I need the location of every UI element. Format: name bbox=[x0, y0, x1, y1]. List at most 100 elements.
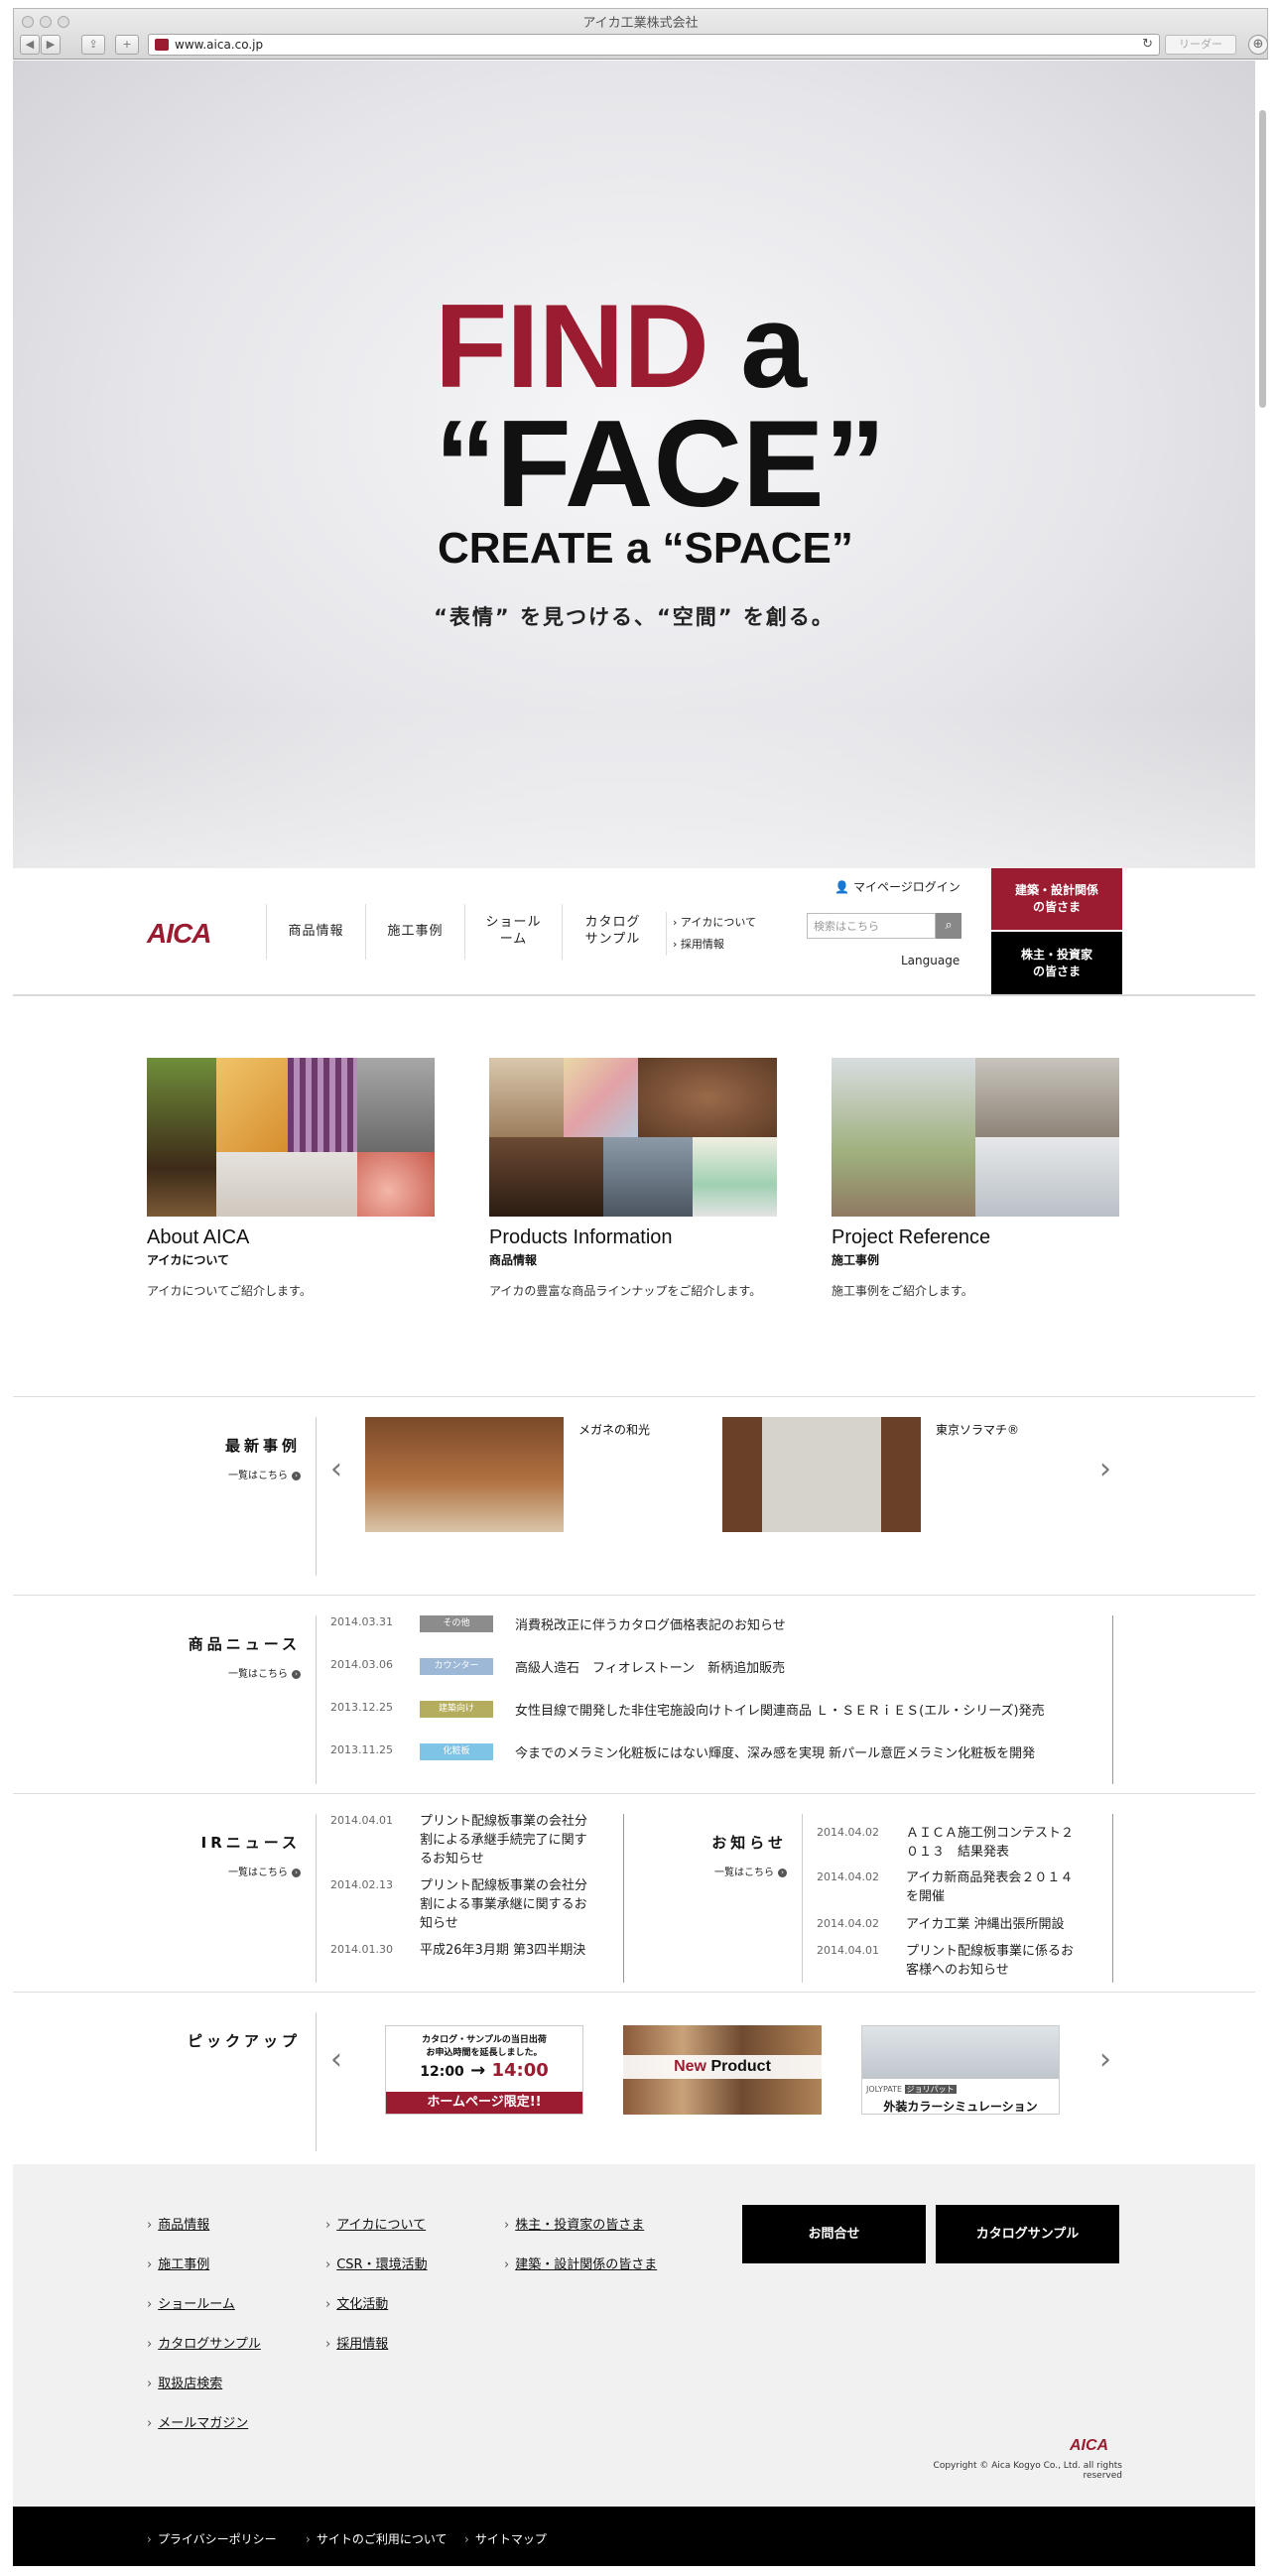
banner-new-product[interactable]: New Product bbox=[623, 2025, 822, 2115]
card-projects-desc: 施工事例をご紹介します。 bbox=[832, 1284, 973, 1298]
nav-projects[interactable]: 施工事例 bbox=[365, 904, 464, 960]
case-label-wako[interactable]: メガネの和光 bbox=[578, 1421, 650, 1438]
product-news-more-link[interactable]: 一覧はこちら › bbox=[142, 1665, 301, 1680]
footer-link-investors[interactable]: 株主・投資家の皆さま bbox=[504, 2214, 644, 2233]
nav-showroom[interactable]: ショールーム bbox=[464, 904, 562, 960]
footer-link-products[interactable]: 商品情報 bbox=[147, 2214, 209, 2233]
banner3-brand-label: JOLYPATE bbox=[866, 2085, 903, 2094]
ir-text[interactable]: 平成26年3月期 第3四半期決 bbox=[420, 1942, 598, 1961]
prev-arrow-icon[interactable]: ‹ bbox=[330, 1452, 342, 1486]
next-arrow-icon[interactable]: › bbox=[1099, 1452, 1111, 1486]
case-image-wako[interactable] bbox=[365, 1417, 564, 1532]
card-products[interactable]: Products Information 商品情報 アイカの豊富な商品ラインナッ… bbox=[489, 1058, 777, 1301]
search-input[interactable] bbox=[807, 913, 936, 939]
forward-icon[interactable]: ▶ bbox=[41, 35, 61, 55]
prev-arrow-icon[interactable]: ‹ bbox=[330, 2042, 342, 2077]
minimize-window-icon[interactable] bbox=[40, 16, 52, 28]
nav-catalog[interactable]: カタログ サンプル bbox=[562, 904, 663, 960]
notices-scrollbar[interactable] bbox=[1112, 1814, 1113, 1983]
banner3-text: 外装カラーシミュレーション bbox=[883, 2100, 1038, 2114]
news-scrollbar[interactable] bbox=[1112, 1615, 1113, 1784]
footer-link-showroom[interactable]: ショールーム bbox=[147, 2293, 235, 2312]
next-arrow-icon[interactable]: › bbox=[1099, 2042, 1111, 2077]
notice-text[interactable]: アイカ新商品発表会２０１４を開催 bbox=[906, 1869, 1085, 1907]
sub-link-recruit-label: 採用情報 bbox=[680, 938, 724, 951]
notices-more-label: 一覧はこちら bbox=[714, 1868, 774, 1878]
new-tab-icon[interactable]: + bbox=[115, 35, 139, 55]
catalog-sample-button[interactable]: カタログサンプル bbox=[936, 2205, 1119, 2263]
ir-text[interactable]: プリント配線板事業の会社分割による承継手続完了に関するお知らせ bbox=[420, 1814, 598, 1869]
contact-button[interactable]: お問合せ bbox=[742, 2205, 926, 2263]
news-text[interactable]: 消費税改正に伴うカタログ価格表記のお知らせ bbox=[515, 1614, 786, 1633]
divider bbox=[316, 1814, 317, 1983]
footer-link-mail-magazine[interactable]: メールマガジン bbox=[147, 2412, 248, 2431]
close-window-icon[interactable] bbox=[22, 16, 34, 28]
notices-more-link[interactable]: 一覧はこちら › bbox=[638, 1864, 787, 1878]
news-text[interactable]: 高級人造石 フィオレストーン 新柄追加販売 bbox=[515, 1657, 785, 1676]
aica-logo[interactable]: AICA bbox=[147, 918, 211, 950]
footer-link-dealer-search[interactable]: 取扱店検索 bbox=[147, 2373, 222, 2391]
news-text[interactable]: 女性目線で開発した非住宅施設向けトイレ関連商品 Ｌ・ＳＥＲｉＥＳ(エル・シリーズ… bbox=[515, 1700, 1045, 1719]
mypage-login[interactable]: 👤 マイページログイン bbox=[834, 878, 961, 895]
hero-tagline: “表情” を見つける、“空間” を創る。 bbox=[434, 605, 834, 629]
site-footer: 商品情報 施工事例 ショールーム カタログサンプル 取扱店検索 メールマガジン … bbox=[13, 2164, 1255, 2507]
zoom-window-icon[interactable] bbox=[58, 16, 69, 28]
banner2-new-word: New bbox=[674, 2058, 706, 2075]
footer-link-catalog[interactable]: カタログサンプル bbox=[147, 2333, 261, 2352]
downloads-icon[interactable]: ⊕ bbox=[1248, 35, 1268, 55]
language-selector[interactable]: Language bbox=[901, 954, 960, 967]
card-about-title: About AICA bbox=[147, 1226, 250, 1248]
latest-cases-more-link[interactable]: 一覧はこちら › bbox=[142, 1467, 301, 1481]
news-row[interactable]: 2013.11.25 化粧板 今までのメラミン化粧板にはない輝度、深み感を実現 … bbox=[330, 1743, 1104, 1783]
main-nav: 商品情報 施工事例 ショールーム カタログ サンプル bbox=[266, 904, 663, 960]
card-products-title: Products Information bbox=[489, 1226, 673, 1248]
scroll-thumb[interactable] bbox=[1259, 110, 1266, 408]
footer-logo[interactable]: AICA bbox=[1070, 2437, 1108, 2455]
architects-button[interactable]: 建築・設計関係 の皆さま bbox=[991, 868, 1122, 930]
notice-text[interactable]: アイカ工業 沖縄出張所開設 bbox=[906, 1916, 1085, 1935]
investors-button[interactable]: 株主・投資家 の皆さま bbox=[991, 932, 1122, 994]
banner1-to-time: 14:00 bbox=[491, 2060, 549, 2081]
ir-scrollbar[interactable] bbox=[623, 1814, 624, 1983]
nav-products[interactable]: 商品情報 bbox=[266, 904, 365, 960]
footer-link-projects[interactable]: 施工事例 bbox=[147, 2254, 209, 2272]
banner-jolypate-simulation[interactable]: JOLYPATE ジョリパット 外装カラーシミュレーション bbox=[861, 2025, 1060, 2115]
news-row[interactable]: 2014.03.06 カウンター 高級人造石 フィオレストーン 新柄追加販売 bbox=[330, 1658, 1104, 1698]
news-text[interactable]: 今までのメラミン化粧板にはない輝度、深み感を実現 新パール意匠メラミン化粧板を開… bbox=[515, 1742, 1035, 1761]
back-icon[interactable]: ◀ bbox=[20, 35, 40, 55]
notice-text[interactable]: ＡＩＣＡ施工例コンテスト２０１３ 結果発表 bbox=[906, 1826, 1085, 1863]
sub-link-recruit[interactable]: › 採用情報 bbox=[673, 934, 756, 956]
sub-links: › アイカについて › 採用情報 bbox=[666, 912, 756, 956]
banner-catalog-extension[interactable]: カタログ・サンプルの当日出荷 お申込時間を延長しました。 12:00 → 14:… bbox=[385, 2025, 583, 2115]
case-label-solamachi[interactable]: 東京ソラマチ® bbox=[936, 1421, 1019, 1438]
reload-icon[interactable]: ↻ bbox=[1142, 37, 1153, 52]
ir-news-more-link[interactable]: 一覧はこちら › bbox=[142, 1864, 301, 1878]
footer-link-culture[interactable]: 文化活動 bbox=[325, 2293, 388, 2312]
card-projects[interactable]: Project Reference 施工事例 施工事例をご紹介します。 bbox=[832, 1058, 1119, 1301]
news-row[interactable]: 2013.12.25 建築向け 女性目線で開発した非住宅施設向けトイレ関連商品 … bbox=[330, 1701, 1104, 1740]
bottom-link-privacy[interactable]: プライバシーポリシー bbox=[147, 2530, 277, 2547]
notice-text[interactable]: プリント配線板事業に係るお客様へのお知らせ bbox=[906, 1943, 1085, 1981]
bottom-bar: プライバシーポリシー サイトのご利用について サイトマップ bbox=[13, 2507, 1255, 2566]
banner1-times: 12:00 → 14:00 bbox=[386, 2060, 582, 2081]
ir-text[interactable]: プリント配線板事業の会社分割による事業承継に関するお知らせ bbox=[420, 1877, 598, 1934]
bottom-link-terms[interactable]: サイトのご利用について bbox=[306, 2530, 448, 2547]
news-row[interactable]: 2014.03.31 その他 消費税改正に伴うカタログ価格表記のお知らせ bbox=[330, 1615, 1104, 1655]
divider bbox=[316, 2012, 317, 2151]
footer-link-recruit[interactable]: 採用情報 bbox=[325, 2333, 388, 2352]
search-icon[interactable]: ⌕ bbox=[936, 913, 961, 939]
footer-link-about[interactable]: アイカについて bbox=[325, 2214, 426, 2233]
notice-date: 2014.04.02 bbox=[817, 1870, 879, 1883]
card-projects-image bbox=[832, 1058, 1119, 1217]
case-image-solamachi[interactable] bbox=[722, 1417, 921, 1532]
sub-link-about[interactable]: › アイカについて bbox=[673, 912, 756, 934]
footer-link-architects[interactable]: 建築・設計関係の皆さま bbox=[504, 2254, 657, 2272]
card-about[interactable]: About AICA アイカについて アイカについてご紹介します。 bbox=[147, 1058, 435, 1301]
footer-link-csr[interactable]: CSR・環境活動 bbox=[325, 2254, 427, 2272]
scrollbar[interactable] bbox=[1257, 61, 1268, 864]
bottom-link-sitemap[interactable]: サイトマップ bbox=[464, 2530, 547, 2547]
reader-button[interactable]: リーダー bbox=[1165, 35, 1236, 55]
share-icon[interactable]: ⇪ bbox=[81, 35, 105, 55]
address-bar[interactable]: www.aica.co.jp ↻ bbox=[148, 34, 1160, 56]
banner3-badge: ジョリパット bbox=[904, 2085, 957, 2094]
